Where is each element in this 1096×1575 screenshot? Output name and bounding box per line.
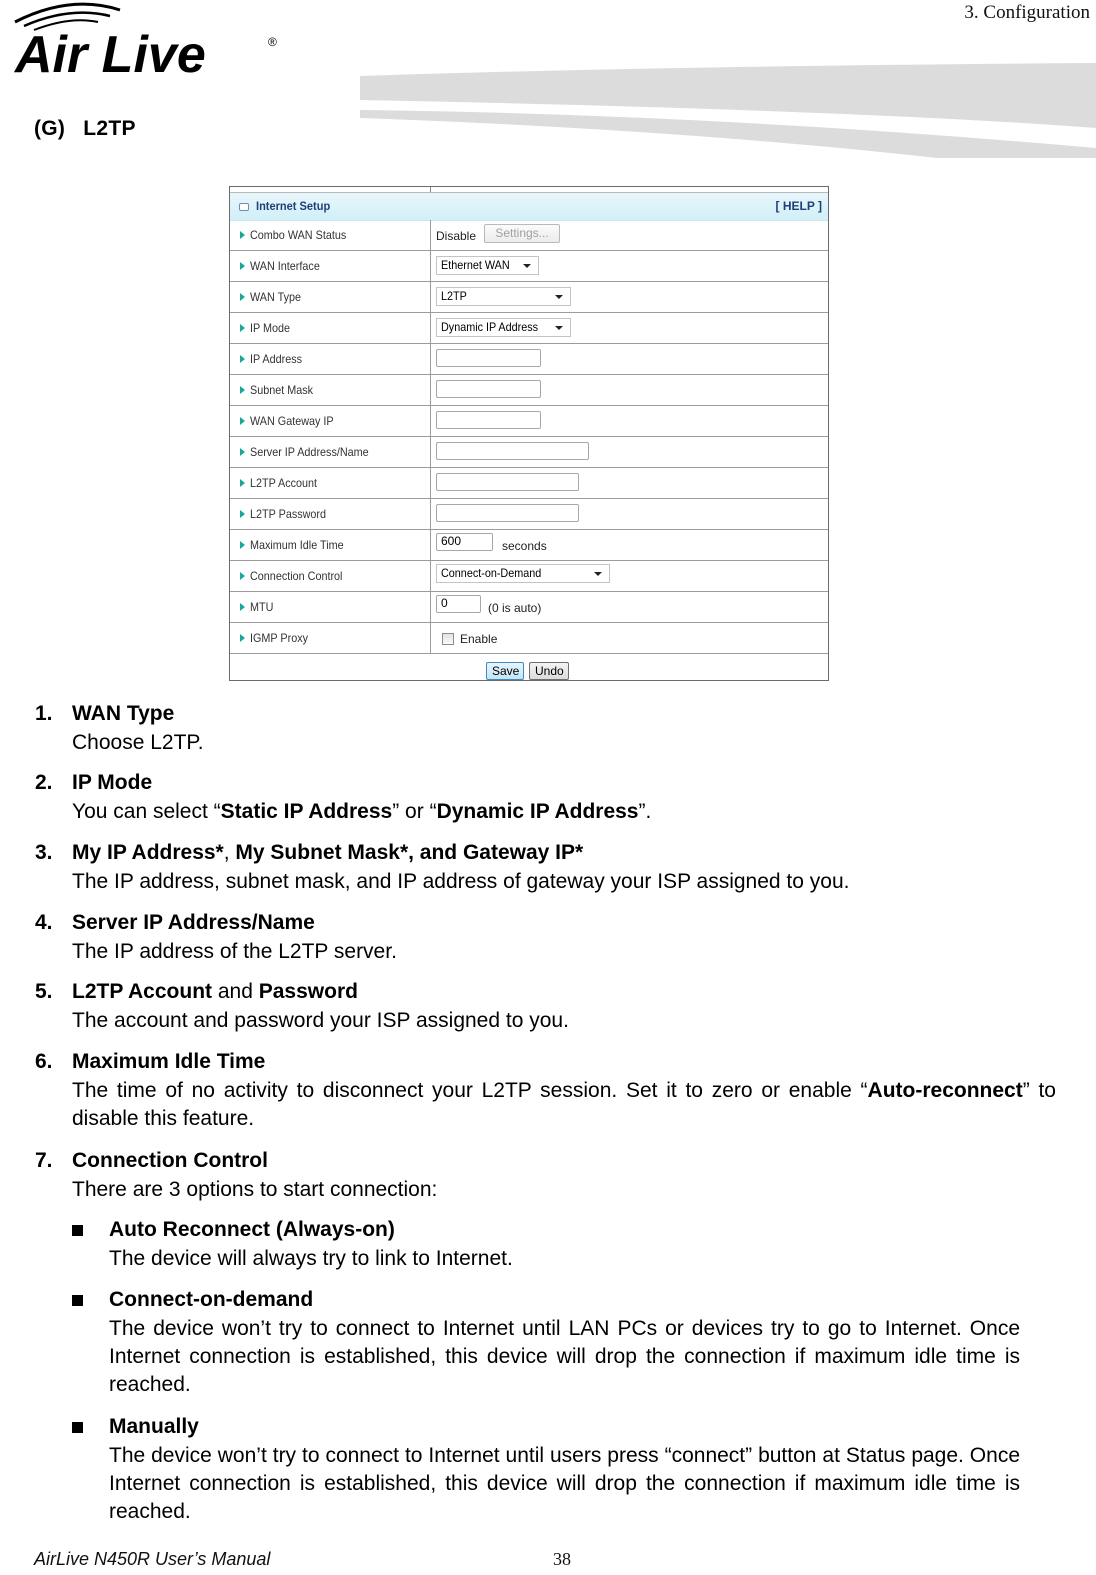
row-arrow-icon bbox=[240, 355, 245, 363]
internet-setup-panel: Internet Setup [ HELP ] Combo WAN Status… bbox=[229, 186, 829, 681]
panel-header: Internet Setup [ HELP ] bbox=[230, 192, 828, 221]
row-arrow-icon bbox=[240, 634, 245, 642]
row-arrow-icon bbox=[240, 417, 245, 425]
footer-manual-title: AirLive N450R User’s Manual bbox=[34, 1549, 271, 1569]
square-bullet-icon bbox=[72, 1295, 83, 1306]
chevron-down-icon bbox=[555, 326, 563, 330]
subnet-mask-input[interactable] bbox=[436, 380, 541, 398]
row-l2tp-account: L2TP Account bbox=[230, 468, 828, 499]
row-arrow-icon bbox=[240, 603, 245, 611]
mtu-input[interactable]: 0 bbox=[436, 595, 481, 613]
connection-control-select[interactable]: Connect-on-Demand bbox=[436, 564, 610, 583]
row-connection-control: Connection Control Connect-on-Demand bbox=[230, 561, 828, 592]
l2tp-password-input[interactable] bbox=[436, 504, 579, 522]
row-arrow-icon bbox=[240, 324, 245, 332]
save-button[interactable]: Save bbox=[486, 662, 524, 680]
row-label: MTU bbox=[250, 600, 274, 614]
row-label: L2TP Password bbox=[250, 507, 327, 521]
row-label: WAN Gateway IP bbox=[250, 414, 334, 428]
settings-button[interactable]: Settings... bbox=[484, 224, 560, 243]
row-arrow-icon bbox=[240, 479, 245, 487]
logo-text: Air Live bbox=[13, 26, 206, 80]
square-bullet-icon bbox=[72, 1422, 83, 1433]
row-server-ip: Server IP Address/Name bbox=[230, 437, 828, 468]
combo-wan-status-value: Disable bbox=[436, 229, 477, 243]
row-label: IP Address bbox=[250, 352, 303, 366]
igmp-proxy-enable-label: Enable bbox=[460, 632, 498, 646]
row-arrow-icon bbox=[240, 448, 245, 456]
wan-gateway-ip-input[interactable] bbox=[436, 411, 541, 429]
chapter-header: 3. Configuration bbox=[964, 2, 1090, 23]
wan-type-select[interactable]: L2TP bbox=[436, 287, 571, 306]
row-label: Connection Control bbox=[250, 569, 343, 583]
row-label: WAN Type bbox=[250, 290, 302, 304]
wan-interface-select[interactable]: Ethernet WAN bbox=[436, 256, 539, 275]
row-wan-type: WAN Type L2TP bbox=[230, 282, 828, 313]
row-max-idle-time: Maximum Idle Time 600 seconds bbox=[230, 530, 828, 561]
row-subnet-mask: Subnet Mask bbox=[230, 375, 828, 406]
panel-icon bbox=[239, 203, 249, 211]
row-label: IP Mode bbox=[250, 321, 291, 335]
l2tp-account-input[interactable] bbox=[436, 473, 579, 491]
row-combo-wan-status: Combo WAN Status Disable Settings... bbox=[230, 220, 828, 251]
row-arrow-icon bbox=[240, 510, 245, 518]
row-arrow-icon bbox=[240, 541, 245, 549]
row-label: Maximum Idle Time bbox=[250, 538, 344, 552]
page-number: 38 bbox=[553, 1549, 571, 1569]
chevron-down-icon bbox=[594, 572, 602, 576]
row-arrow-icon bbox=[240, 386, 245, 394]
row-label: WAN Interface bbox=[250, 259, 320, 273]
server-ip-input[interactable] bbox=[436, 442, 589, 460]
row-arrow-icon bbox=[240, 572, 245, 580]
chevron-down-icon bbox=[555, 295, 563, 299]
row-ip-mode: IP Mode Dynamic IP Address bbox=[230, 313, 828, 344]
row-l2tp-password: L2TP Password bbox=[230, 499, 828, 530]
row-label: Subnet Mask bbox=[250, 383, 314, 397]
section-heading: (G) L2TP bbox=[34, 117, 136, 141]
row-ip-address: IP Address bbox=[230, 344, 828, 375]
row-label: IGMP Proxy bbox=[250, 631, 309, 645]
ip-address-input[interactable] bbox=[436, 349, 541, 367]
header-swoosh-decoration bbox=[360, 63, 1096, 158]
airlive-logo: Air Live ® bbox=[13, 2, 277, 80]
row-wan-interface: WAN Interface Ethernet WAN bbox=[230, 251, 828, 282]
row-label: Combo WAN Status bbox=[250, 228, 347, 242]
svg-text:®: ® bbox=[268, 35, 277, 49]
row-arrow-icon bbox=[240, 231, 245, 239]
row-wan-gateway-ip: WAN Gateway IP bbox=[230, 406, 828, 437]
row-arrow-icon bbox=[240, 262, 245, 270]
max-idle-time-unit: seconds bbox=[502, 539, 547, 553]
mtu-hint: (0 is auto) bbox=[488, 601, 542, 615]
row-arrow-icon bbox=[240, 293, 245, 301]
section-label: (G) bbox=[34, 117, 66, 140]
square-bullet-icon bbox=[72, 1225, 83, 1236]
form-actions: Save Undo bbox=[230, 654, 828, 689]
igmp-proxy-checkbox[interactable] bbox=[442, 633, 454, 645]
help-link[interactable]: [ HELP ] bbox=[776, 199, 822, 213]
undo-button[interactable]: Undo bbox=[529, 662, 569, 680]
row-label: Server IP Address/Name bbox=[250, 445, 369, 459]
section-title: L2TP bbox=[83, 117, 136, 140]
row-label: L2TP Account bbox=[250, 476, 318, 490]
max-idle-time-input[interactable]: 600 bbox=[436, 533, 493, 551]
chevron-down-icon bbox=[523, 264, 531, 268]
panel-title: Internet Setup bbox=[256, 199, 331, 213]
row-igmp-proxy: IGMP Proxy Enable bbox=[230, 623, 828, 654]
row-mtu: MTU 0 (0 is auto) bbox=[230, 592, 828, 623]
ip-mode-select[interactable]: Dynamic IP Address bbox=[436, 318, 571, 337]
